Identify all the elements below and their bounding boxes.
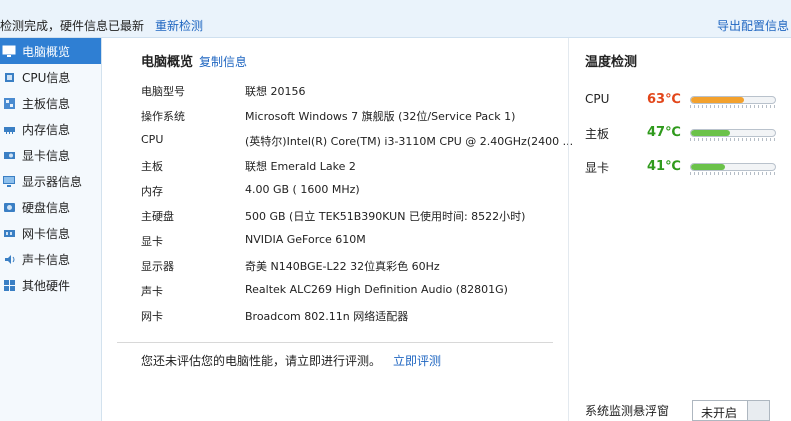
info-value: Microsoft Windows 7 旗舰版 (32位/Service Pac…	[245, 110, 516, 123]
sidebar-item-monitor[interactable]: 显示器信息	[0, 168, 101, 194]
info-label: 内存	[141, 185, 163, 198]
info-label: 电脑型号	[141, 85, 185, 98]
info-label: 主硬盘	[141, 210, 174, 223]
sidebar-item-network[interactable]: 网卡信息	[0, 220, 101, 246]
other-hardware-icon	[2, 278, 16, 292]
toggle-knob[interactable]	[747, 401, 769, 420]
sidebar-item-cpu[interactable]: CPU信息	[0, 64, 101, 90]
sidebar-item-graphics[interactable]: 显卡信息	[0, 142, 101, 168]
bar-ticks	[690, 138, 776, 141]
temperature-panel: 温度检测 CPU 63℃ 主板 47℃ 显卡 41℃ 系统监测悬浮窗 未开启	[568, 38, 791, 421]
info-value: 4.00 GB ( 1600 MHz)	[245, 183, 360, 196]
temp-row-graphics: 显卡 41℃	[585, 159, 790, 175]
sidebar-item-motherboard[interactable]: 主板信息	[0, 90, 101, 116]
copy-info-link[interactable]: 复制信息	[199, 55, 247, 69]
sidebar-item-overview[interactable]: 电脑概览	[0, 38, 101, 64]
info-value: (英特尔)Intel(R) Core(TM) i3-3110M CPU @ 2.…	[245, 135, 574, 148]
temperature-bar	[690, 163, 776, 171]
temp-row-cpu: CPU 63℃	[585, 92, 790, 108]
detection-status: 检测完成，硬件信息已最新	[0, 19, 145, 33]
sidebar-item-label: 声卡信息	[22, 252, 71, 267]
rescan-link[interactable]: 重新检测	[155, 17, 203, 34]
bar-ticks	[690, 172, 776, 175]
info-value: Realtek ALC269 High Definition Audio (82…	[245, 283, 508, 296]
info-label: 操作系统	[141, 110, 185, 123]
sidebar-item-label: 网卡信息	[22, 226, 71, 241]
sidebar-item-harddisk[interactable]: 硬盘信息	[0, 194, 101, 220]
sidebar-item-label: 其他硬件	[22, 278, 71, 293]
temp-label: 显卡	[585, 161, 610, 175]
temp-value: 47℃	[647, 125, 681, 140]
info-label: 主板	[141, 160, 163, 173]
cpu-icon	[2, 70, 16, 84]
info-label: 声卡	[141, 285, 163, 298]
info-label: CPU	[141, 133, 164, 146]
hard-disk-icon	[2, 200, 16, 214]
sidebar-item-label: 内存信息	[22, 122, 71, 137]
info-value: 联想 Emerald Lake 2	[245, 160, 356, 173]
assessment-prompt: 您还未评估您的电脑性能，请立即进行评测。	[141, 354, 382, 368]
info-label: 显示器	[141, 260, 174, 273]
temp-value: 63℃	[647, 92, 681, 107]
sidebar-item-label: 主板信息	[22, 96, 71, 111]
temp-label: CPU	[585, 92, 610, 106]
motherboard-icon	[2, 96, 16, 110]
sidebar-item-label: 电脑概览	[22, 44, 71, 59]
divider	[117, 342, 553, 343]
sidebar-item-label: 显示器信息	[22, 174, 83, 189]
top-bar: 检测完成，硬件信息已最新 重新检测 导出配置信息	[0, 0, 791, 38]
temperature-bar	[690, 96, 776, 104]
temp-value: 41℃	[647, 159, 681, 174]
info-label: 显卡	[141, 235, 163, 248]
info-value: NVIDIA GeForce 610M	[245, 233, 366, 246]
monitor-icon	[2, 174, 16, 188]
performance-assessment: 您还未评估您的电脑性能，请立即进行评测。 立即评测	[141, 352, 441, 369]
bar-ticks	[690, 105, 776, 108]
overview-panel: 电脑概览 复制信息 电脑型号 联想 20156 操作系统 Microsoft Wi…	[103, 38, 573, 421]
sidebar-item-other[interactable]: 其他硬件	[0, 272, 101, 298]
sidebar: 电脑概览 CPU信息 主板信息 内存信息 显卡信息 显示器信息 硬盘信息 网卡信…	[0, 38, 102, 421]
sound-card-icon	[2, 252, 16, 266]
computer-overview-icon	[2, 44, 16, 58]
info-value: Broadcom 802.11n 网络适配器	[245, 310, 409, 323]
temperature-title: 温度检测	[585, 55, 638, 70]
float-monitor-toggle[interactable]: 未开启	[692, 400, 770, 421]
page-title: 电脑概览	[141, 55, 194, 70]
float-monitor-label: 系统监测悬浮窗	[585, 404, 670, 418]
memory-icon	[2, 122, 16, 136]
info-value: 500 GB (日立 TEK51B390KUN 已使用时间: 8522小时)	[245, 210, 526, 223]
sidebar-item-memory[interactable]: 内存信息	[0, 116, 101, 142]
assess-now-link[interactable]: 立即评测	[393, 354, 441, 368]
sidebar-item-label: 硬盘信息	[22, 200, 71, 215]
temp-label: 主板	[585, 127, 610, 141]
info-value: 奇美 N140BGE-L22 32位真彩色 60Hz	[245, 260, 440, 273]
temperature-bar-fill	[691, 130, 731, 136]
temperature-bar-fill	[691, 164, 726, 170]
temperature-bar-fill	[691, 97, 744, 103]
temperature-bar	[690, 129, 776, 137]
overview-header: 电脑概览 复制信息	[141, 51, 247, 70]
sidebar-item-label: CPU信息	[22, 70, 71, 85]
graphics-card-icon	[2, 148, 16, 162]
sidebar-item-sound[interactable]: 声卡信息	[0, 246, 101, 272]
temp-row-motherboard: 主板 47℃	[585, 125, 790, 141]
toggle-label: 未开启	[701, 406, 738, 420]
sidebar-item-label: 显卡信息	[22, 148, 71, 163]
export-config-link[interactable]: 导出配置信息	[717, 17, 789, 34]
info-value: 联想 20156	[245, 85, 306, 98]
network-card-icon	[2, 226, 16, 240]
info-label: 网卡	[141, 310, 163, 323]
